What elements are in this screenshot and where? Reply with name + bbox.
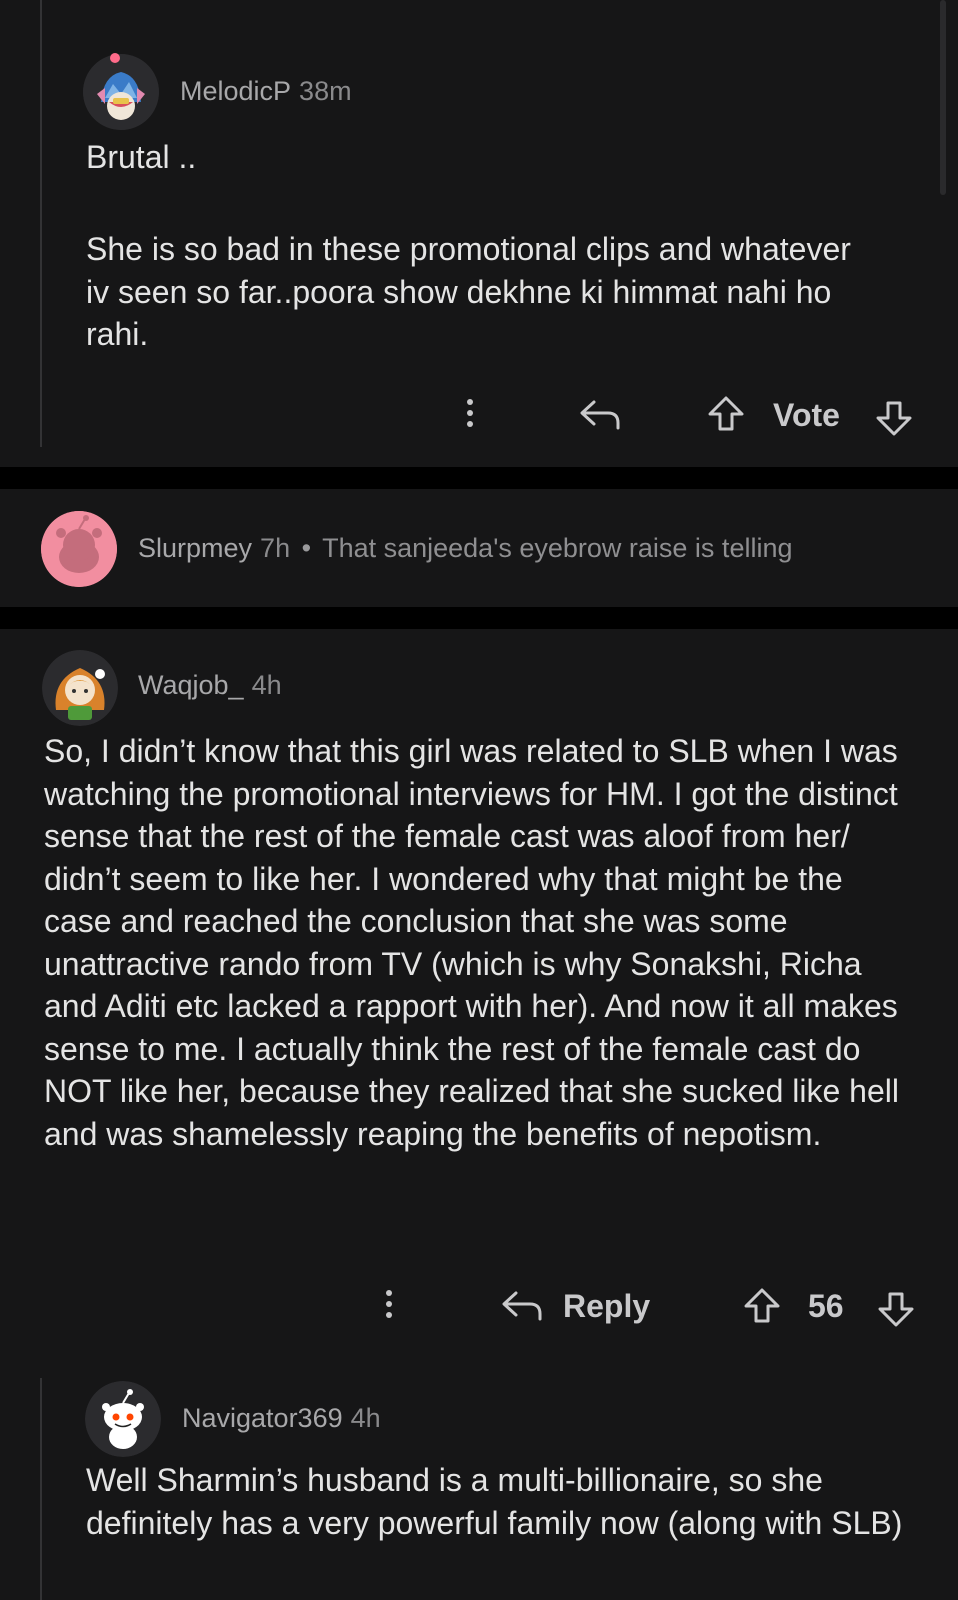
avatar[interactable]: [85, 1381, 161, 1457]
comment-body: So, I didn’t know that this girl was rel…: [44, 733, 899, 1152]
username[interactable]: MelodicP: [180, 76, 291, 106]
upvote-button[interactable]: [742, 1286, 782, 1326]
comment-body: Well Sharmin’s husband is a multi-billio…: [86, 1462, 903, 1541]
downvote-arrow-icon: [878, 1292, 914, 1327]
kebab-dot: [467, 399, 473, 405]
timestamp: 7h: [260, 533, 291, 563]
comment-meta: Slurpmey 7h • That sanjeeda's eyebrow rai…: [138, 533, 792, 564]
kebab-dot: [386, 1301, 392, 1307]
username[interactable]: Slurpmey: [138, 533, 252, 563]
upvote-arrow-icon: [744, 1288, 780, 1323]
username[interactable]: Navigator369: [182, 1403, 343, 1433]
comment-body-line-1: Brutal ..: [86, 139, 197, 175]
snoo-icon: [85, 1381, 161, 1457]
collapsed-preview: That sanjeeda's eyebrow raise is telling: [322, 533, 793, 563]
comment-body-paragraph: She is so bad in these promotional clips…: [86, 231, 851, 352]
comment-meta: Navigator369 4h: [182, 1403, 381, 1434]
thread-line[interactable]: [40, 0, 42, 447]
reply-label[interactable]: Reply: [563, 1288, 650, 1325]
avatar[interactable]: [41, 511, 117, 587]
vote-label: Vote: [773, 397, 840, 433]
comment-meta: MelodicP 38m: [180, 76, 352, 107]
kebab-dot: [386, 1312, 392, 1318]
upvote-button[interactable]: [706, 394, 746, 434]
avatar[interactable]: [83, 54, 159, 130]
username[interactable]: Waqjob_: [138, 670, 244, 700]
snoo-icon: [41, 511, 117, 587]
reply-arrow-icon: [580, 400, 620, 430]
timestamp: 38m: [299, 76, 352, 106]
kebab-dot: [467, 410, 473, 416]
upvote-arrow-icon: [708, 396, 744, 431]
scrollbar[interactable]: [940, 0, 946, 195]
vote-score: 56: [808, 1288, 844, 1324]
reply-button[interactable]: [500, 1287, 544, 1323]
reply-arrow-icon: [502, 1291, 542, 1321]
timestamp: 4h: [251, 670, 282, 700]
kebab-dot: [386, 1290, 392, 1296]
meta-separator: •: [301, 533, 312, 563]
downvote-button[interactable]: [876, 1289, 916, 1329]
online-dot: [110, 53, 120, 63]
more-options-button[interactable]: [467, 399, 475, 432]
more-options-button[interactable]: [386, 1290, 394, 1323]
downvote-button[interactable]: [874, 398, 914, 438]
timestamp: 4h: [350, 1403, 381, 1433]
kebab-dot: [467, 421, 473, 427]
thread-line[interactable]: [40, 1378, 42, 1600]
comment-separator: [0, 607, 958, 629]
avatar-image: [42, 650, 118, 726]
comment-separator: [0, 467, 958, 489]
reply-button[interactable]: [578, 396, 622, 432]
comment-meta: Waqjob_ 4h: [138, 670, 282, 701]
avatar-image: [83, 54, 159, 130]
avatar[interactable]: [42, 650, 118, 726]
downvote-arrow-icon: [876, 401, 912, 436]
